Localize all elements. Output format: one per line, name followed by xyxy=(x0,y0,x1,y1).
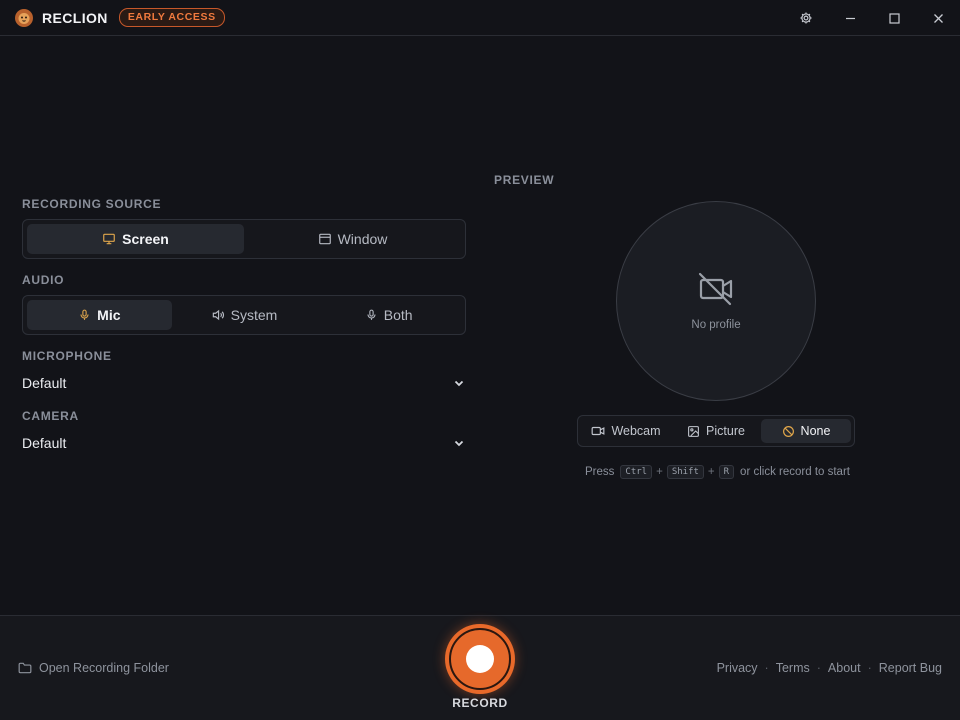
mode-none-button[interactable]: None xyxy=(761,419,851,443)
microphone-select[interactable]: Default xyxy=(22,371,466,395)
hint-prefix: Press xyxy=(585,466,615,478)
maximize-button[interactable] xyxy=(872,0,916,36)
brand: RECLION EARLY ACCESS xyxy=(14,8,225,28)
audio-system-label: System xyxy=(230,307,278,323)
minimize-button[interactable] xyxy=(828,0,872,36)
camera-label: CAMERA xyxy=(22,409,79,423)
mode-none-label: None xyxy=(800,424,831,438)
image-icon xyxy=(687,425,700,438)
close-button[interactable] xyxy=(916,0,960,36)
audio-label: AUDIO xyxy=(22,273,65,287)
recording-source-label: RECORDING SOURCE xyxy=(22,197,162,211)
terms-link[interactable]: Terms xyxy=(776,661,810,675)
lion-logo-icon xyxy=(14,8,34,28)
chevron-down-icon xyxy=(454,378,464,388)
app-window: RECLION EARLY ACCESS RECORDING SOURCE Sc… xyxy=(0,0,960,720)
mode-picture-label: Picture xyxy=(706,424,745,438)
audio-selector: Mic System Both xyxy=(22,295,466,335)
report-bug-link[interactable]: Report Bug xyxy=(879,661,942,675)
record-label: RECORD xyxy=(452,696,508,710)
preview-label: PREVIEW xyxy=(494,173,555,187)
open-recording-folder-link[interactable]: Open Recording Folder xyxy=(18,661,169,675)
source-screen-label: Screen xyxy=(122,231,169,247)
about-link[interactable]: About xyxy=(828,661,861,675)
key-shift: Shift xyxy=(666,465,704,479)
separator-dot: · xyxy=(867,661,872,675)
close-icon xyxy=(933,13,944,24)
camera-select[interactable]: Default xyxy=(22,431,466,455)
privacy-link[interactable]: Privacy xyxy=(717,661,758,675)
audio-both-label: Both xyxy=(383,307,413,323)
microphone-icon xyxy=(78,308,91,322)
source-window-button[interactable]: Window xyxy=(244,224,461,254)
mode-webcam-label: Webcam xyxy=(611,424,661,438)
camera-off-icon xyxy=(697,272,735,311)
plus-sign: + xyxy=(707,466,715,478)
shortcut-hint: Press Ctrl + Shift + R or click record t… xyxy=(585,463,850,481)
maximize-icon xyxy=(888,12,900,24)
minimize-icon xyxy=(845,13,856,24)
ban-icon xyxy=(782,425,795,438)
preview-mode-selector: Webcam Picture None xyxy=(577,415,855,447)
key-r: R xyxy=(718,465,735,479)
mode-picture-button[interactable]: Picture xyxy=(671,419,761,443)
record-button-ring xyxy=(449,628,511,690)
no-profile-text: No profile xyxy=(691,318,741,331)
microphone-value: Default xyxy=(22,375,67,391)
record-button[interactable] xyxy=(445,624,515,694)
chevron-down-icon xyxy=(454,438,464,448)
early-access-badge: EARLY ACCESS xyxy=(118,8,225,27)
separator-dot: · xyxy=(764,661,769,675)
settings-button[interactable] xyxy=(784,0,828,36)
camera-value: Default xyxy=(22,435,67,451)
audio-both-button[interactable]: Both xyxy=(316,300,461,330)
footer-links: Privacy · Terms · About · Report Bug xyxy=(717,661,942,675)
monitor-icon xyxy=(102,232,116,246)
record-dot-icon xyxy=(466,645,494,673)
open-folder-label: Open Recording Folder xyxy=(39,661,169,675)
window-controls xyxy=(784,0,960,36)
app-name: RECLION xyxy=(42,9,108,26)
window-icon xyxy=(318,232,332,246)
separator-dot: · xyxy=(816,661,821,675)
microphone-label: MICROPHONE xyxy=(22,349,112,363)
footer-bar: Open Recording Folder RECORD Privacy · T… xyxy=(0,615,960,720)
source-window-label: Window xyxy=(337,231,388,247)
plus-sign: + xyxy=(656,466,663,478)
audio-system-button[interactable]: System xyxy=(172,300,317,330)
source-screen-button[interactable]: Screen xyxy=(27,224,244,254)
folder-icon xyxy=(18,662,32,674)
audio-mic-button[interactable]: Mic xyxy=(27,300,172,330)
record-button-outer xyxy=(445,624,515,694)
hint-suffix: or click record to start xyxy=(740,466,850,478)
key-ctrl: Ctrl xyxy=(620,465,653,479)
title-bar: RECLION EARLY ACCESS xyxy=(0,0,960,36)
webcam-icon xyxy=(591,425,605,437)
mode-webcam-button[interactable]: Webcam xyxy=(581,419,671,443)
recording-source-selector: Screen Window xyxy=(22,219,466,259)
speaker-icon xyxy=(211,308,225,322)
audio-mic-label: Mic xyxy=(97,307,121,323)
gear-icon xyxy=(799,11,813,25)
microphone-icon xyxy=(365,308,378,322)
preview-circle: No profile xyxy=(616,201,816,401)
